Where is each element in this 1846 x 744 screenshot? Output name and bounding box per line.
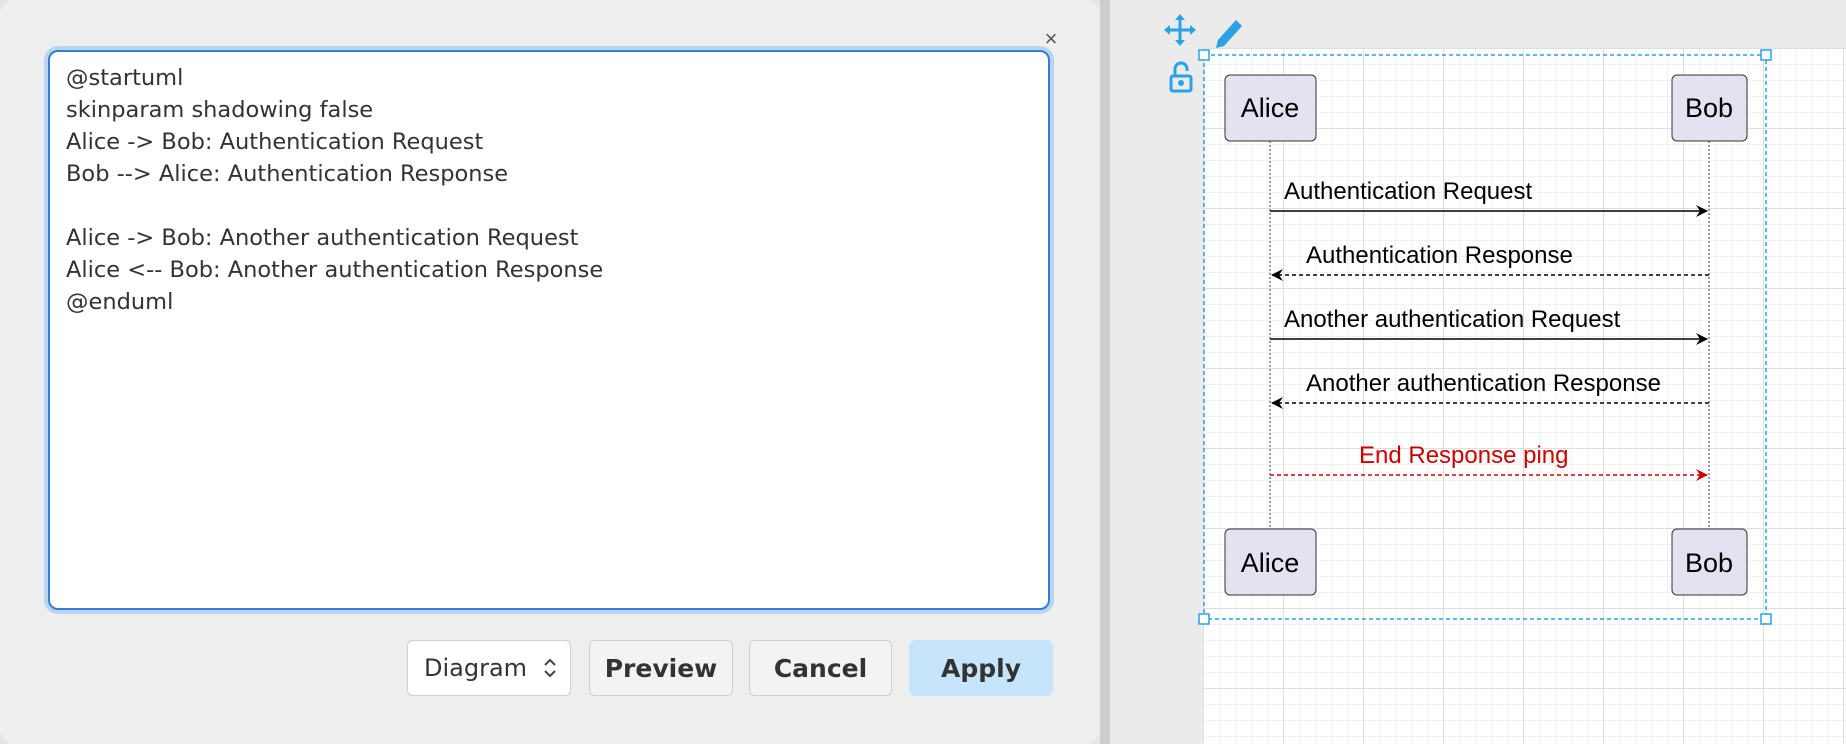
participant-alice-top[interactable]: Alice xyxy=(1224,74,1317,142)
participant-label: Alice xyxy=(1241,93,1300,123)
participant-bob-top[interactable]: Bob xyxy=(1671,74,1748,142)
sequence-diagram-layer: Alice Bob Alice Bob Authentication Reque… xyxy=(1164,14,1772,625)
participant-alice-bottom[interactable]: Alice xyxy=(1224,528,1317,596)
participant-label: Bob xyxy=(1685,548,1733,578)
message-label: Another authentication Request xyxy=(1284,306,1621,333)
participant-label: Alice xyxy=(1241,548,1300,578)
message-label: Another authentication Response xyxy=(1306,370,1661,397)
edit-pencil-icon[interactable] xyxy=(1216,20,1242,48)
unlock-icon[interactable] xyxy=(1169,61,1193,93)
message-4[interactable]: Another authentication Response xyxy=(1271,370,1709,409)
message-1[interactable]: Authentication Request xyxy=(1270,178,1708,217)
message-2[interactable]: Authentication Response xyxy=(1271,242,1709,281)
message-3[interactable]: Another authentication Request xyxy=(1270,306,1708,345)
message-label: Authentication Request xyxy=(1284,178,1533,205)
message-label: Authentication Response xyxy=(1306,242,1573,269)
participant-label: Bob xyxy=(1685,93,1733,123)
message-5[interactable]: End Response ping xyxy=(1270,442,1708,481)
move-icon[interactable] xyxy=(1164,14,1196,46)
message-label: End Response ping xyxy=(1359,442,1568,469)
participant-bob-bottom[interactable]: Bob xyxy=(1671,528,1748,596)
